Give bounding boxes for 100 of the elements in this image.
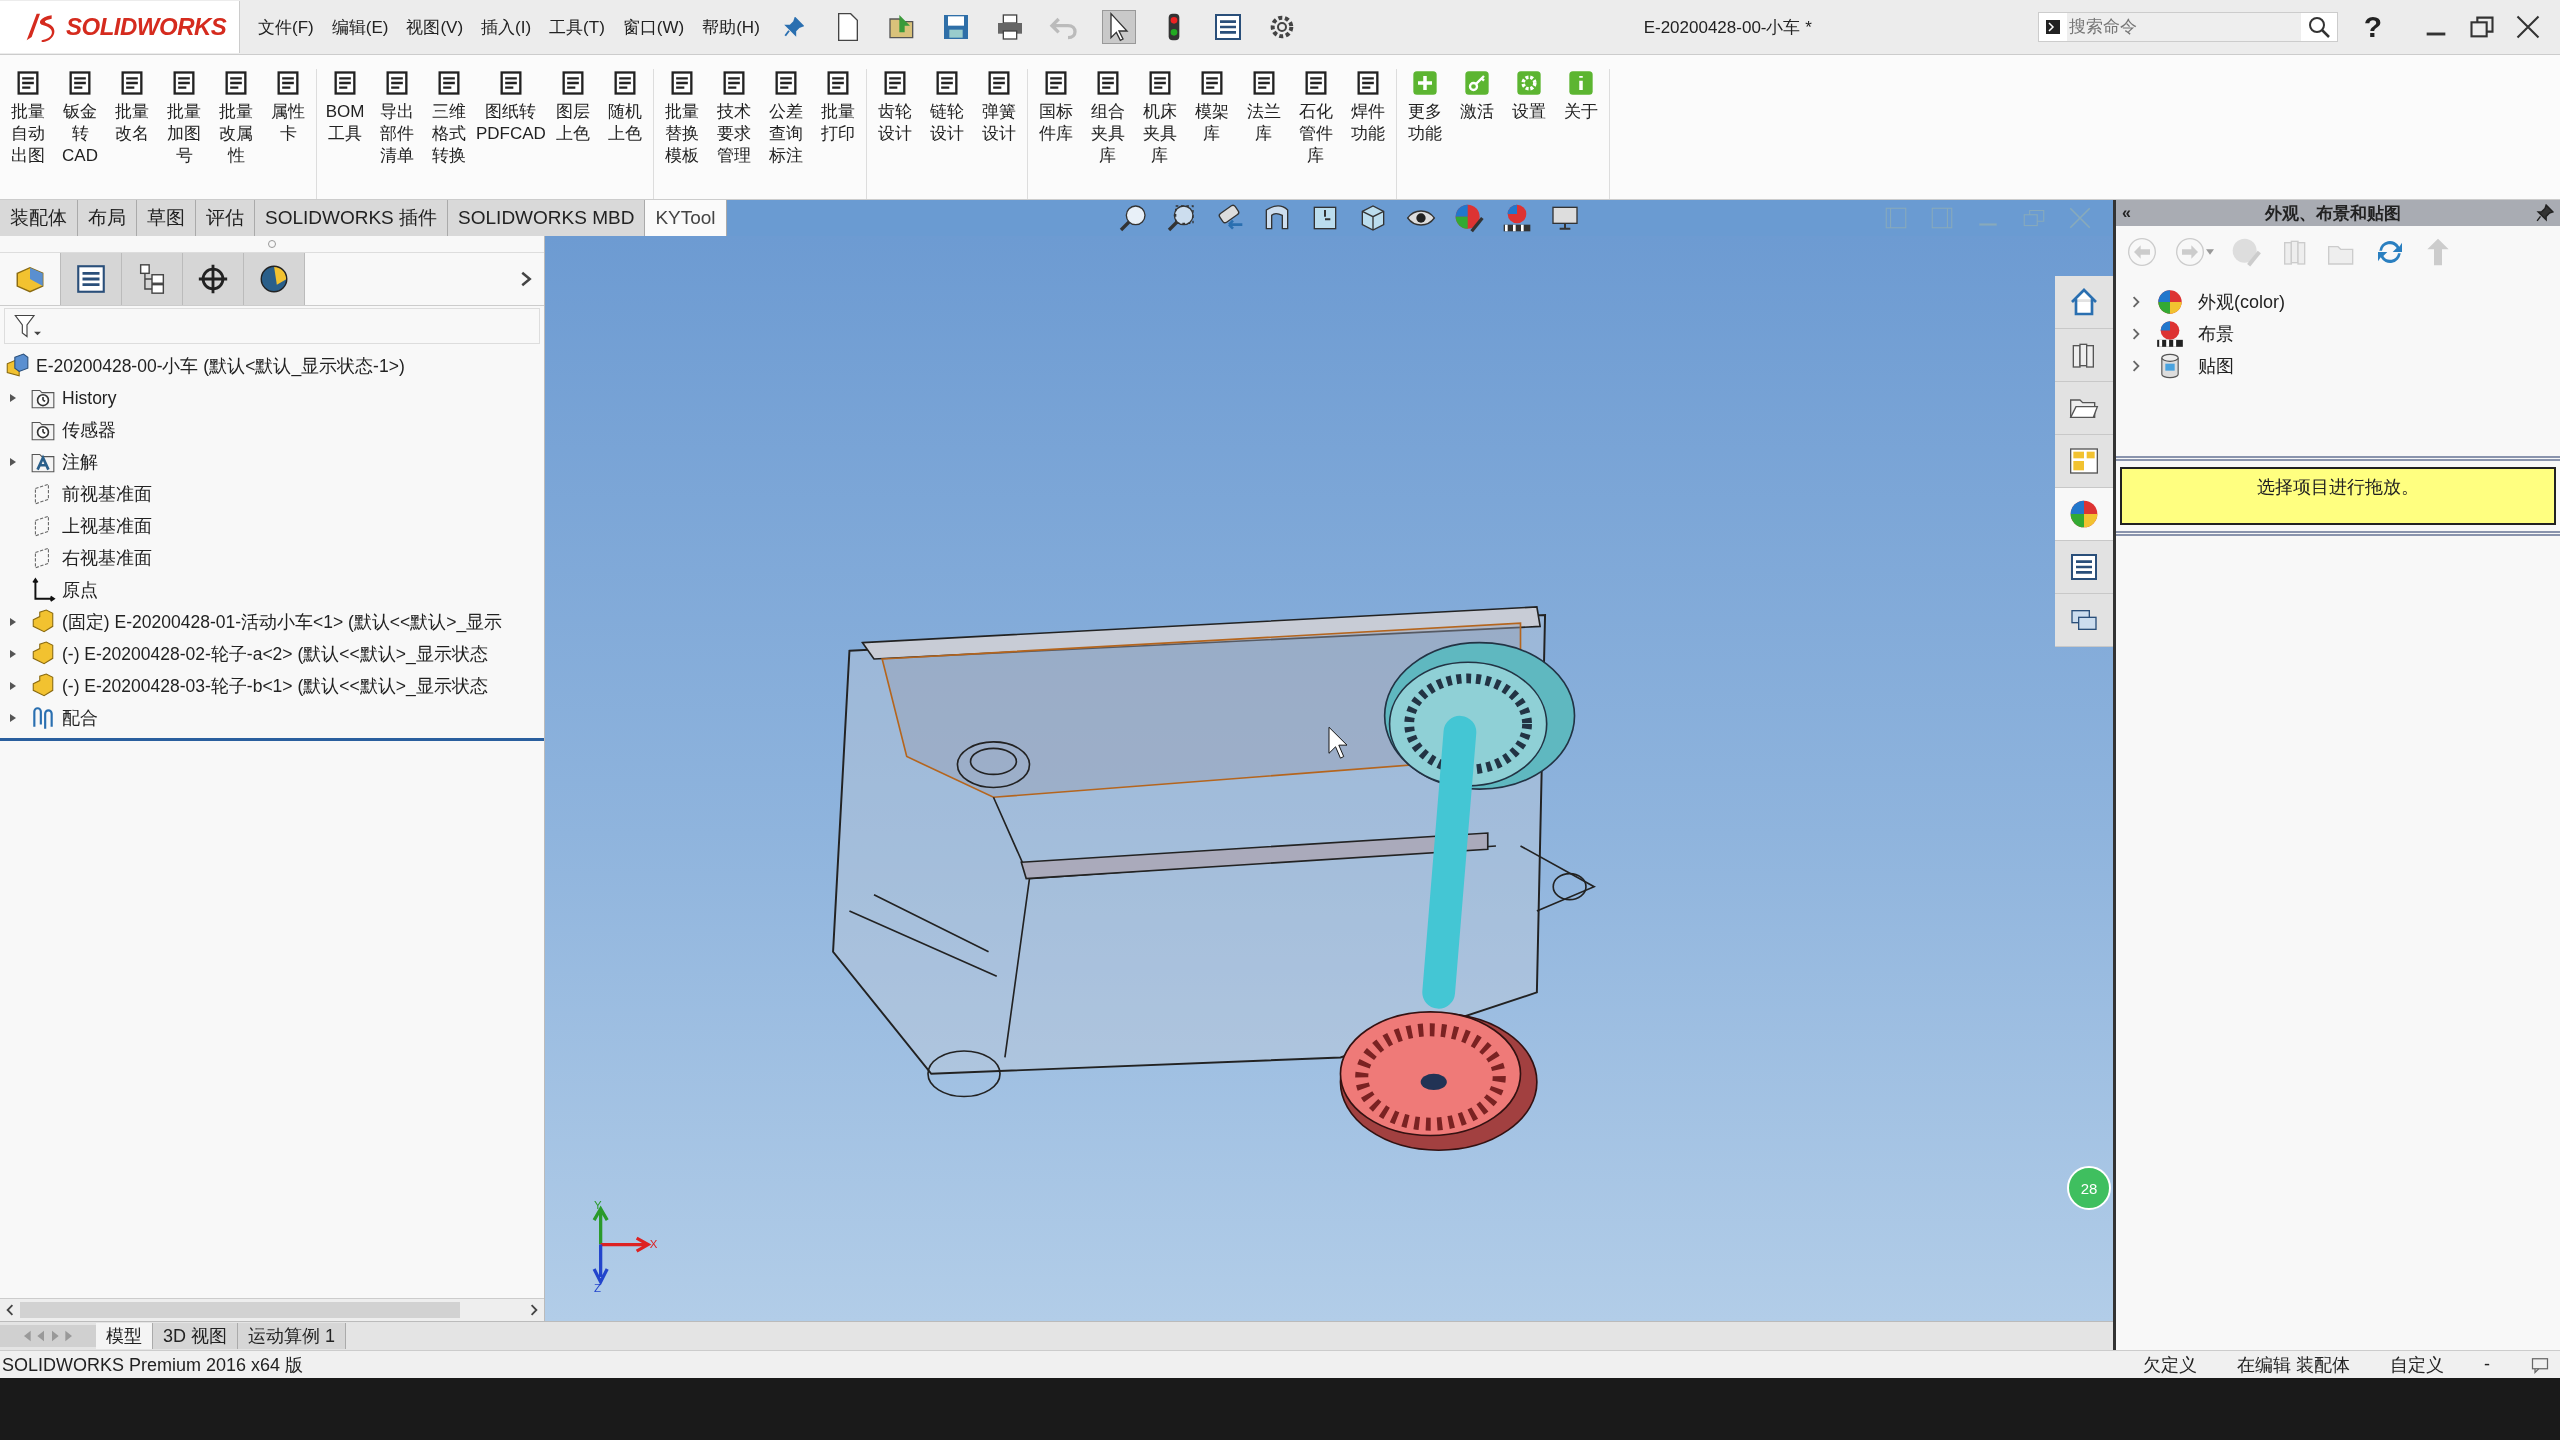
task-pane-tab[interactable] [2055, 594, 2113, 647]
ribbon-button[interactable]: 随机上色 [598, 69, 651, 199]
ribbon-button[interactable]: 三维格式转换 [423, 69, 475, 199]
model-tab[interactable]: 模型 [96, 1323, 153, 1349]
assembly-icon [4, 353, 30, 379]
expand-arrow-icon[interactable] [8, 617, 18, 627]
ribbon-button[interactable]: 石化管件库 [1289, 69, 1342, 199]
menu-item[interactable]: 工具(T) [549, 15, 605, 39]
expand-arrow-icon[interactable] [8, 649, 18, 659]
layout-icon [2068, 445, 2100, 477]
ribbon-button[interactable]: 属性卡 [262, 69, 314, 199]
search-field[interactable]: 搜索命令 [2037, 12, 2338, 42]
tree-item[interactable]: (-) E-20200428-02-轮子-a<2> (默认<<默认>_显示状态 [0, 638, 544, 670]
tree-item[interactable]: 原点 [0, 574, 544, 606]
tree-item[interactable]: 前视基准面 [0, 478, 544, 510]
ribbon-button[interactable]: 批量打印 [811, 69, 864, 199]
crosshair-icon [196, 262, 230, 296]
menu-item[interactable]: 文件(F) [258, 15, 314, 39]
tree-item[interactable]: (-) E-20200428-03-轮子-b<1> (默认<<默认>_显示状态 [0, 670, 544, 702]
panel-tab[interactable] [183, 253, 244, 305]
panel-tab[interactable] [61, 253, 122, 305]
tree-item[interactable]: 右视基准面 [0, 542, 544, 574]
ribbon-button[interactable]: 焊件功能 [1341, 69, 1394, 199]
ribbon-button[interactable]: 机床夹具库 [1133, 69, 1186, 199]
chevron-right-icon[interactable] [2130, 328, 2142, 340]
terminal-icon [2044, 19, 2061, 35]
ribbon-button[interactable]: 导出部件清单 [371, 69, 423, 199]
ribbon-button[interactable]: 批量加图号 [158, 69, 210, 199]
menu-item[interactable]: 窗口(W) [622, 15, 685, 39]
search-icon[interactable] [2306, 15, 2331, 39]
model-tab[interactable]: 运动算例 1 [238, 1323, 347, 1349]
panel-tab[interactable] [244, 253, 305, 305]
axis-triad-drawing: Y X Z [592, 1198, 658, 1294]
ribbon-button[interactable]: 模架库 [1185, 69, 1238, 199]
tree-item[interactable]: (固定) E-20200428-01-活动小车<1> (默认<<默认>_显示 [0, 606, 544, 638]
tree-item[interactable]: 注解 [0, 446, 544, 478]
task-pane-tab[interactable] [2055, 276, 2113, 329]
ribbon-button[interactable]: 批量改名 [106, 69, 158, 199]
pointer-icon[interactable] [1101, 10, 1136, 44]
help-button[interactable]: ? [2363, 10, 2382, 44]
ribbon-button[interactable]: 关于 [1554, 69, 1607, 199]
tree-item[interactable]: E-20200428-00-小车 (默认<默认_显示状态-1>) [0, 350, 544, 382]
ribbon-button[interactable]: 钣金转CAD [54, 69, 106, 199]
ribbon-button[interactable]: 弹簧设计 [972, 69, 1025, 199]
ribbon-button[interactable]: 批量自动出图 [2, 69, 54, 199]
ribbon-button[interactable]: 国标件库 [1029, 69, 1082, 199]
part-icon [30, 641, 56, 667]
ribbon-button[interactable]: BOM工具 [319, 69, 371, 199]
model-tab[interactable]: 3D 视图 [153, 1323, 238, 1349]
collapse-button[interactable]: « [2122, 204, 2131, 222]
tree-item[interactable]: 贴图 [2116, 350, 2560, 382]
scroll-left-icon[interactable] [4, 1304, 16, 1316]
ribbon-button[interactable]: 图层上色 [546, 69, 599, 199]
horizontal-scrollbar[interactable] [0, 1298, 544, 1321]
ribbon-button[interactable]: 公差查询标注 [759, 69, 812, 199]
menu-item[interactable]: 插入(I) [481, 15, 532, 39]
task-pane-tab[interactable] [2055, 435, 2113, 488]
ribbon-button[interactable]: 组合夹具库 [1081, 69, 1134, 199]
tree-item[interactable]: 配合 [0, 702, 544, 734]
ribbon-button[interactable]: 图纸转PDFCAD [475, 69, 547, 199]
ribbon-button[interactable]: 设置 [1502, 69, 1555, 199]
expand-arrow-icon[interactable] [8, 713, 18, 723]
tree-item[interactable]: History [0, 382, 544, 414]
close-icon[interactable] [2514, 13, 2542, 41]
scroll-right-icon[interactable] [528, 1304, 540, 1316]
menu-item[interactable]: 帮助(H) [702, 15, 760, 39]
ribbon-button[interactable]: 批量替换模板 [655, 69, 708, 199]
scene-sphere-icon [2156, 320, 2184, 348]
ribbon-button[interactable]: 批量改属性 [210, 69, 262, 199]
chevron-right-icon[interactable] [2130, 360, 2142, 372]
menu-item[interactable]: 编辑(E) [331, 15, 389, 39]
cart-model-drawing[interactable] [832, 606, 1596, 1151]
pin-icon[interactable] [2536, 204, 2554, 222]
tile-left-icon[interactable] [1883, 205, 1909, 231]
ribbon-button[interactable]: 法兰库 [1237, 69, 1290, 199]
task-pane-tab[interactable] [2055, 329, 2113, 382]
ribbon-button[interactable]: 齿轮设计 [868, 69, 921, 199]
tree-item[interactable]: 上视基准面 [0, 510, 544, 542]
panel-tab[interactable] [122, 253, 183, 305]
tile-right-icon[interactable] [1929, 205, 1955, 231]
task-pane-tab[interactable] [2055, 541, 2113, 594]
tree-item[interactable]: 布景 [2116, 318, 2560, 350]
tree-item[interactable]: 外观(color) [2116, 286, 2560, 318]
task-pane-tab[interactable] [2055, 488, 2113, 541]
ribbon-button[interactable]: 激活 [1450, 69, 1503, 199]
filter-icon[interactable] [13, 312, 41, 340]
expand-arrow-icon[interactable] [8, 457, 18, 467]
ribbon-button[interactable]: 链轮设计 [920, 69, 973, 199]
task-pane-tab[interactable] [2055, 382, 2113, 435]
expand-arrow-icon[interactable] [8, 393, 18, 403]
pin-icon[interactable] [783, 17, 804, 37]
menu-item[interactable]: 视图(V) [406, 15, 464, 39]
panel-title: 外观、布景和贴图 [2264, 202, 2403, 225]
command-tab[interactable]: KYTool [645, 200, 727, 236]
expand-arrow-icon[interactable] [8, 681, 18, 691]
tree-item[interactable]: 传感器 [0, 414, 544, 446]
chevron-right-icon[interactable] [2130, 296, 2142, 308]
ribbon-button[interactable]: 技术要求管理 [707, 69, 760, 199]
list-icon [2068, 551, 2100, 583]
ribbon-button[interactable]: 更多功能 [1398, 69, 1451, 199]
